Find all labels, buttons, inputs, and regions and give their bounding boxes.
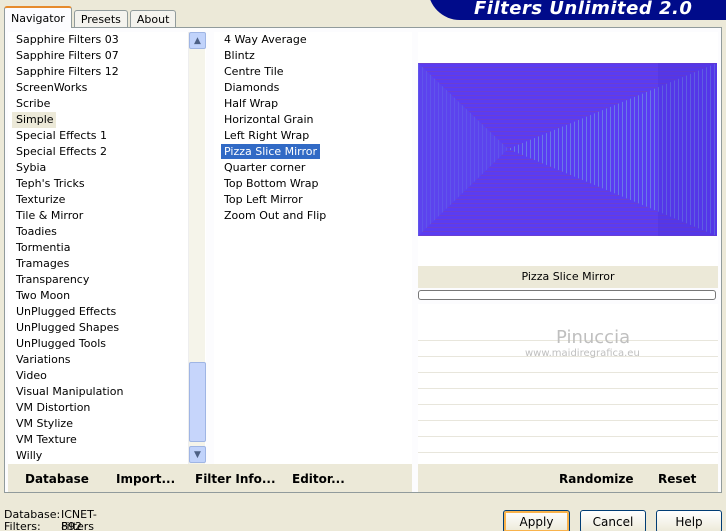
preview-image <box>418 63 717 236</box>
category-item[interactable]: Texturize <box>8 192 206 208</box>
filter-item[interactable]: Blintz <box>214 48 412 64</box>
category-item[interactable]: Video <box>8 368 206 384</box>
category-item[interactable]: Variations <box>8 352 206 368</box>
filter-item[interactable]: Top Bottom Wrap <box>214 176 412 192</box>
filter-item[interactable]: Horizontal Grain <box>214 112 412 128</box>
category-item[interactable]: Scribe <box>8 96 206 112</box>
filter-item[interactable]: Quarter corner <box>214 160 412 176</box>
watermark-name: Pinuccia <box>556 327 631 348</box>
category-item[interactable]: Sapphire Filters 07 <box>8 48 206 64</box>
status-info: Database: ICNET-Filters Filters: 892 <box>4 509 97 531</box>
category-item[interactable]: Special Effects 1 <box>8 128 206 144</box>
category-item[interactable]: VM Texture <box>8 432 206 448</box>
reset-button[interactable]: Reset <box>658 472 696 486</box>
tab-navigator[interactable]: Navigator <box>4 6 72 28</box>
filter-item[interactable]: Left Right Wrap <box>214 128 412 144</box>
progress-bar <box>418 290 716 300</box>
category-item[interactable]: VM Distortion <box>8 400 206 416</box>
filter-item-label: Zoom Out and Flip <box>224 209 327 222</box>
filter-item[interactable]: Zoom Out and Flip <box>214 208 412 224</box>
banner-title: Filters Unlimited 2.0 <box>474 0 693 19</box>
filter-item-label: Horizontal Grain <box>224 113 314 126</box>
apply-button[interactable]: Apply <box>503 510 570 531</box>
filter-item[interactable]: Diamonds <box>214 80 412 96</box>
filters-count: 892 <box>61 520 82 531</box>
filter-item-label: Half Wrap <box>224 97 279 110</box>
category-item[interactable]: UnPlugged Effects <box>8 304 206 320</box>
filter-item-label: Centre Tile <box>224 65 284 78</box>
category-item[interactable]: Visual Manipulation <box>8 384 206 400</box>
filter-item-label: Left Right Wrap <box>224 129 310 142</box>
category-item[interactable]: Toadies <box>8 224 206 240</box>
filter-info-button[interactable]: Filter Info... <box>195 472 276 486</box>
filter-list[interactable]: 4 Way Average Blintz Centre Tile Diamonds Ha… <box>214 32 412 464</box>
help-button[interactable]: Help <box>656 510 722 531</box>
filter-item-label: Top Left Mirror <box>224 193 303 206</box>
tab-about[interactable]: About <box>129 10 177 28</box>
filter-item-label: Pizza Slice Mirror <box>221 144 321 159</box>
category-item[interactable]: Teph's Tricks <box>8 176 206 192</box>
category-item[interactable]: Special Effects 2 <box>8 144 206 160</box>
editor-button[interactable]: Editor... <box>292 472 345 486</box>
filter-name-display: Pizza Slice Mirror <box>418 266 718 288</box>
filter-item[interactable]: Top Left Mirror <box>214 192 412 208</box>
filter-item-label: Top Bottom Wrap <box>224 177 319 190</box>
scroll-thumb[interactable] <box>189 362 206 442</box>
category-item[interactable]: Tormentia <box>8 240 206 256</box>
database-button[interactable]: Database <box>25 472 89 486</box>
filters-label: Filters: <box>4 520 41 531</box>
category-item[interactable]: UnPlugged Tools <box>8 336 206 352</box>
category-item[interactable]: Transparency <box>8 272 206 288</box>
left-action-bar: Database Import... Filter Info... Editor… <box>8 464 412 492</box>
tab-presets[interactable]: Presets <box>73 10 128 28</box>
category-item[interactable]: Tile & Mirror <box>8 208 206 224</box>
randomize-button[interactable]: Randomize <box>559 472 633 486</box>
category-item[interactable]: Simple <box>12 112 56 128</box>
tab-strip: Navigator Presets About <box>4 6 178 28</box>
cancel-button[interactable]: Cancel <box>580 510 646 531</box>
category-item[interactable]: VM Stylize <box>8 416 206 432</box>
filter-item[interactable]: Pizza Slice Mirror <box>214 144 412 160</box>
category-list[interactable]: Sapphire Filters 03 Sapphire Filters 07 Sa… <box>8 32 206 464</box>
right-action-bar: Randomize Reset <box>418 464 718 492</box>
scroll-up-icon[interactable]: ▲ <box>189 32 206 49</box>
filter-item[interactable]: 4 Way Average <box>214 32 412 48</box>
filter-item[interactable]: Half Wrap <box>214 96 412 112</box>
category-item[interactable]: UnPlugged Shapes <box>8 320 206 336</box>
category-item[interactable]: Sapphire Filters 03 <box>8 32 206 48</box>
filter-item-label: Quarter corner <box>224 161 306 174</box>
filter-item[interactable]: Centre Tile <box>214 64 412 80</box>
category-item[interactable]: ScreenWorks <box>8 80 206 96</box>
scroll-down-icon[interactable]: ▼ <box>189 446 206 463</box>
category-scrollbar[interactable]: ▲ ▼ <box>188 32 206 464</box>
category-item[interactable]: Sapphire Filters 12 <box>8 64 206 80</box>
category-item[interactable]: Sybia <box>8 160 206 176</box>
filter-item-label: 4 Way Average <box>224 33 307 46</box>
category-item[interactable]: Two Moon <box>8 288 206 304</box>
category-item[interactable]: Tramages <box>8 256 206 272</box>
filter-item-label: Blintz <box>224 49 255 62</box>
import-button[interactable]: Import... <box>116 472 175 486</box>
filter-item-label: Diamonds <box>224 81 280 94</box>
watermark-site: www.maidiregrafica.eu <box>525 348 640 359</box>
category-item[interactable]: Willy <box>8 448 206 464</box>
